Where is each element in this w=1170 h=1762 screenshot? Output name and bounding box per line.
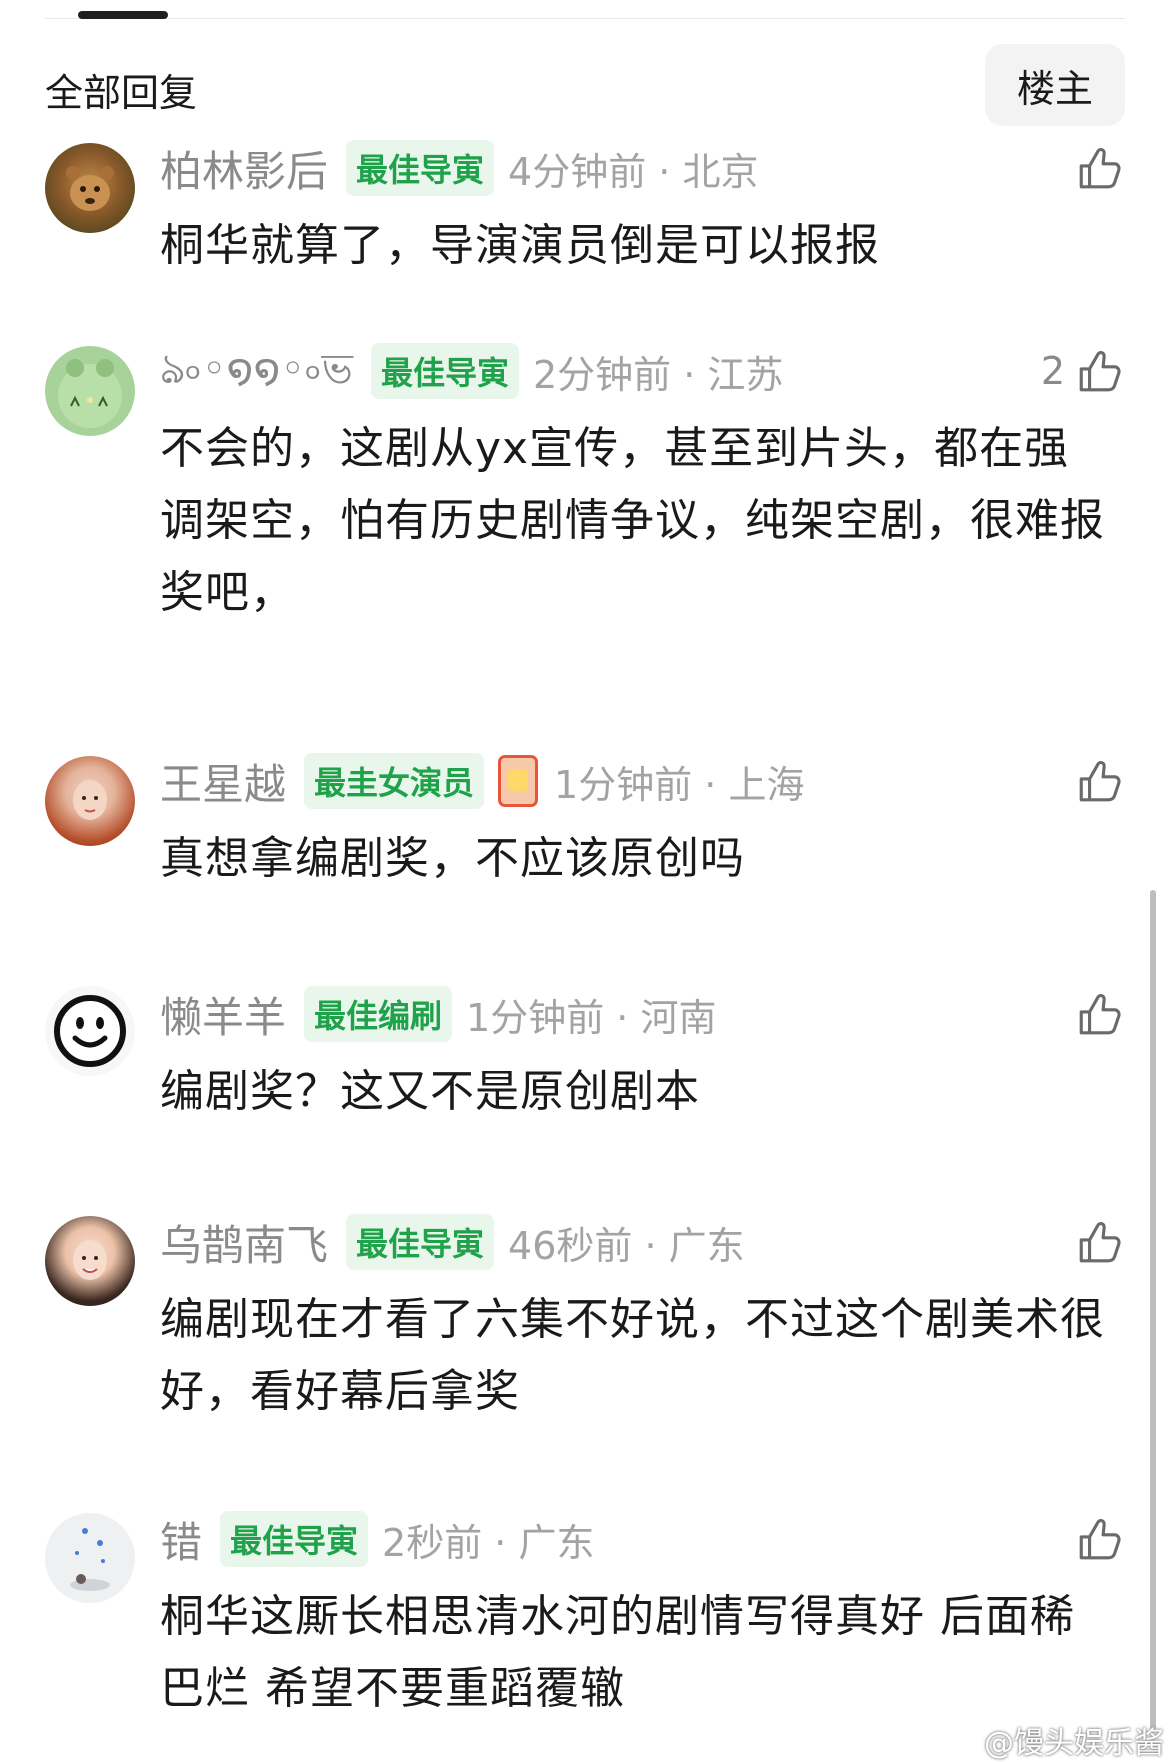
thumbs-up-icon bbox=[1079, 350, 1121, 392]
watermark: @馒头娱乐酱 bbox=[940, 1718, 1164, 1762]
like-count: 2 bbox=[1040, 349, 1065, 393]
comment-text: 桐华这厮长相思清水河的剧情写得真好 后面稀巴烂 希望不要重蹈覆辙 bbox=[160, 1591, 1075, 1714]
like-button[interactable] bbox=[1065, 1509, 1125, 1569]
section-title: 全部回复 bbox=[45, 71, 198, 115]
sticker-icon bbox=[498, 755, 539, 807]
avatar[interactable] bbox=[45, 986, 135, 1076]
timestamp-location: 1分钟前 · 河南 bbox=[466, 995, 717, 1040]
avatar[interactable] bbox=[45, 346, 135, 436]
avatar[interactable] bbox=[45, 1513, 135, 1603]
weibo-logo-icon bbox=[941, 1727, 978, 1754]
like-button[interactable]: 2 bbox=[1041, 341, 1125, 401]
timestamp-location: 4分钟前 · 北京 bbox=[508, 149, 759, 194]
username[interactable]: 柏林影后 bbox=[160, 138, 328, 199]
scrollbar[interactable] bbox=[1150, 890, 1156, 1730]
like-button[interactable] bbox=[1065, 1212, 1125, 1272]
title-badge: 最佳导寅 bbox=[220, 1511, 369, 1567]
title-badge: 最佳编刷 bbox=[304, 986, 453, 1042]
timestamp-location: 2分钟前 · 江苏 bbox=[532, 352, 784, 397]
title-badge: 最佳导寅 bbox=[370, 343, 519, 399]
username[interactable]: 王星越 bbox=[160, 751, 286, 812]
like-button[interactable] bbox=[1065, 751, 1125, 811]
smiley-icon bbox=[54, 995, 126, 1067]
username[interactable]: 错 bbox=[160, 1509, 202, 1570]
timestamp-location: 1分钟前 · 上海 bbox=[554, 762, 805, 807]
like-button[interactable] bbox=[1065, 984, 1125, 1044]
comment-text: 桐华就算了，导演演员倒是可以报报 bbox=[160, 220, 880, 271]
op-filter-button[interactable]: 楼主 bbox=[985, 44, 1125, 126]
thumbs-up-icon bbox=[1079, 147, 1121, 189]
comment-text: 不会的，这剧从yx宣传，甚至到片头，都在强调架空，怕有历史剧情争议，纯架空剧，很… bbox=[160, 423, 1105, 618]
like-button[interactable] bbox=[1065, 138, 1125, 198]
avatar[interactable] bbox=[45, 756, 135, 846]
comment-text: 真想拿编剧奖，不应该原创吗 bbox=[160, 833, 745, 884]
timestamp-location: 2秒前 · 广东 bbox=[382, 1520, 595, 1565]
comment-text: 编剧奖？这又不是原创剧本 bbox=[160, 1066, 700, 1117]
comment-text: 编剧现在才看了六集不好说，不过这个剧美术很好，看好幕后拿奖 bbox=[160, 1294, 1105, 1417]
username[interactable]: 乌鹊南飞 bbox=[160, 1212, 328, 1273]
tab-indicator bbox=[78, 11, 168, 19]
username[interactable]: ঌ৹◦໑໑◦৹ভ bbox=[160, 336, 353, 407]
thumbs-up-icon bbox=[1079, 1518, 1121, 1560]
thumbs-up-icon bbox=[1079, 993, 1121, 1035]
thumbs-up-icon bbox=[1079, 1221, 1121, 1263]
avatar[interactable] bbox=[45, 143, 135, 233]
top-divider bbox=[45, 18, 1125, 19]
timestamp-location: 46秒前 · 广东 bbox=[508, 1223, 745, 1268]
title-badge: 最佳导寅 bbox=[346, 1214, 495, 1270]
watermark-text: @馒头娱乐酱 bbox=[984, 1726, 1164, 1761]
thumbs-up-icon bbox=[1079, 760, 1121, 802]
username[interactable]: 懒羊羊 bbox=[160, 984, 286, 1045]
avatar[interactable] bbox=[45, 1216, 135, 1306]
title-badge: 最佳导寅 bbox=[346, 140, 495, 196]
title-badge: 最圭女演员 bbox=[304, 753, 485, 809]
